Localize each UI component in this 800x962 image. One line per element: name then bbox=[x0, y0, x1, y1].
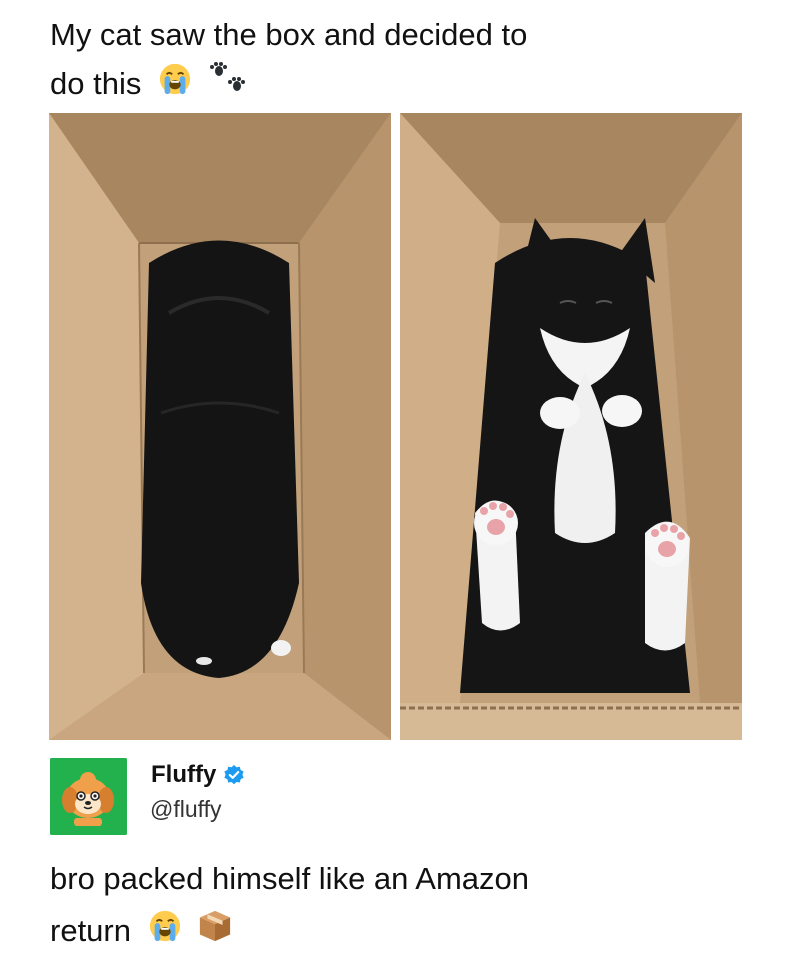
package-icon bbox=[198, 907, 232, 959]
reply-author: Fluffy @fluffy bbox=[50, 758, 650, 836]
reply-text: bro packed himself like an Amazon return bbox=[50, 853, 750, 959]
paw-prints-icon bbox=[209, 61, 247, 110]
photo-cat-belly-up-in-box[interactable] bbox=[400, 113, 742, 740]
avatar[interactable] bbox=[50, 758, 127, 835]
verified-badge-icon bbox=[223, 764, 245, 786]
reply-line-2: return bbox=[50, 913, 131, 948]
loudly-crying-face-icon bbox=[158, 61, 192, 110]
display-name[interactable]: Fluffy bbox=[151, 760, 245, 790]
display-name-text: Fluffy bbox=[151, 761, 217, 788]
loudly-crying-face-icon bbox=[148, 907, 182, 959]
photo-cat-lying-in-box[interactable] bbox=[49, 113, 391, 740]
reply-line-1: bro packed himself like an Amazon bbox=[50, 861, 530, 896]
caption-line-1: My cat saw the box and decided to bbox=[50, 17, 528, 52]
photo-grid bbox=[49, 113, 742, 740]
post-caption: My cat saw the box and decided to do thi… bbox=[50, 10, 750, 110]
user-handle[interactable]: @fluffy bbox=[150, 794, 222, 824]
dog-cartoon-icon bbox=[50, 758, 127, 835]
caption-line-2: do this bbox=[50, 66, 142, 101]
